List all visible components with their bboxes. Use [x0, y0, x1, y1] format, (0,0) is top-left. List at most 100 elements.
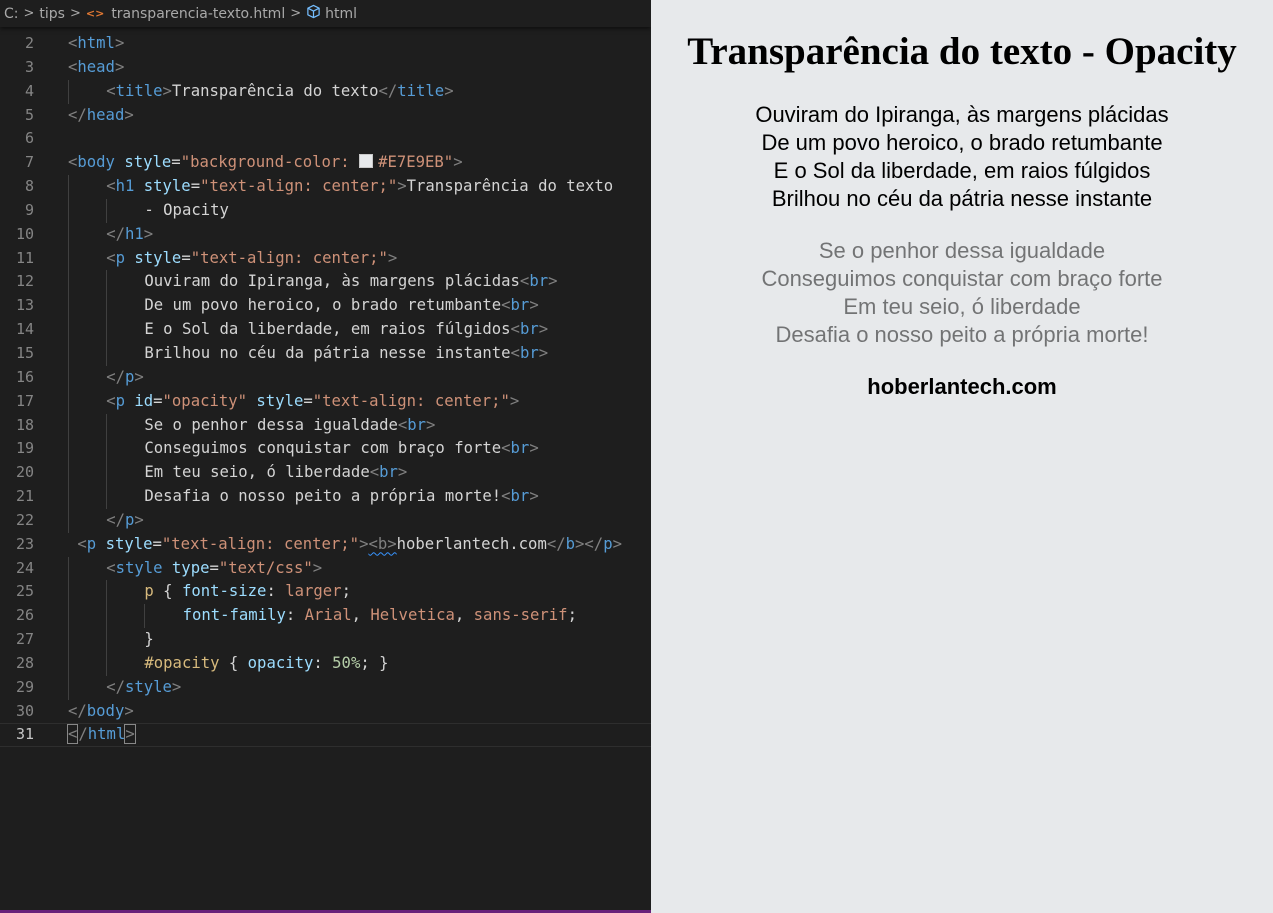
breadcrumb-drive[interactable]: C:	[4, 6, 19, 22]
indent-guide	[68, 389, 69, 414]
code-token: ></	[575, 534, 604, 553]
anthem-stanza-2-opacity: Se o penhor dessa igualdade Conseguimos …	[651, 237, 1273, 349]
site-footer-text: hoberlantech.com	[867, 374, 1057, 399]
code-token: html	[87, 725, 126, 744]
code-token: br	[510, 439, 530, 458]
indent-guide	[106, 651, 108, 676]
code-token: >	[426, 415, 436, 434]
code-text: p { font-size: larger;	[144, 580, 351, 604]
lint-warning-squiggle: <b>	[368, 534, 397, 553]
code-line[interactable]: 15 Brilhou no céu da pátria nesse instant…	[0, 341, 651, 366]
code-token: >	[529, 439, 539, 458]
indent-guide	[106, 580, 108, 605]
page-heading: Transparência do texto - Opacity	[687, 30, 1237, 73]
code-token: <	[510, 320, 520, 339]
indent-guide	[68, 604, 69, 629]
line-number: 26	[15, 606, 34, 625]
code-line[interactable]: 31 </html>	[0, 723, 651, 747]
code-line[interactable]: 26 font-family: Arial, Helvetica, sans-se…	[0, 604, 651, 629]
code-token: <	[68, 57, 78, 76]
line-number: 28	[15, 653, 34, 672]
code-token: opacity	[247, 653, 314, 672]
code-line[interactable]: 12 Ouviram do Ipiranga, às margens plácid…	[0, 270, 651, 295]
code-token: style	[143, 177, 191, 196]
code-token: style	[124, 677, 172, 696]
code-line[interactable]: 7 <body style="background-color: #E7E9EB"…	[0, 151, 651, 175]
code-token: - Opacity	[144, 200, 229, 219]
indent-guide	[68, 675, 69, 700]
code-token: id	[134, 391, 154, 410]
line-number: 31	[15, 725, 34, 744]
code-token: Helvetica	[370, 606, 455, 625]
code-line[interactable]: 25 p { font-size: larger;	[0, 580, 651, 605]
code-line[interactable]: 14 E o Sol da liberdade, em raios fúlgido…	[0, 318, 651, 342]
indent-guide	[68, 79, 69, 104]
stanza-line: Ouviram do Ipiranga, às margens plácidas	[755, 102, 1169, 127]
code-text: </h1>	[106, 223, 153, 247]
code-line[interactable]: 11 <p style="text-align: center;">	[0, 246, 651, 271]
code-token: br	[510, 296, 530, 315]
code-line[interactable]: 21 Desafia o nosso peito a própria morte!…	[0, 485, 651, 509]
code-line[interactable]: 17 <p id="opacity" style="text-align: cen…	[0, 389, 651, 414]
line-number: 9	[24, 200, 34, 219]
code-line[interactable]: 23 <p style="text-align: center;"><b>hob…	[0, 533, 651, 557]
breadcrumb-folder[interactable]: tips	[39, 6, 65, 22]
code-line[interactable]: 3 <head>	[0, 56, 651, 80]
code-line[interactable]: 18 Se o penhor dessa igualdade<br>	[0, 413, 651, 438]
indent-guide	[68, 222, 69, 247]
line-number: 4	[24, 81, 34, 100]
breadcrumb-symbol[interactable]: html	[325, 6, 357, 22]
code-token: Arial	[304, 606, 352, 625]
code-token: =	[209, 558, 219, 577]
code-editor-pane[interactable]: C: > tips > <> transparencia-texto.html …	[0, 0, 651, 913]
code-token: <	[77, 534, 87, 553]
code-token: hoberlantech.com	[396, 534, 547, 553]
code-line[interactable]: 8 <h1 style="text-align: center;">Transpa…	[0, 175, 651, 199]
code-token: <	[68, 34, 78, 52]
code-line[interactable]: 29 </style>	[0, 675, 651, 700]
code-token: }	[144, 630, 154, 649]
code-line[interactable]: 16 </p>	[0, 365, 651, 390]
code-line[interactable]: 13 De um povo heroico, o brado retumbante…	[0, 294, 651, 319]
code-token: ;	[341, 582, 351, 601]
indent-guide	[68, 508, 69, 533]
code-token: >	[114, 57, 125, 76]
code-token: >	[124, 701, 134, 720]
code-line[interactable]: 24 <style type="text/css">	[0, 556, 651, 581]
code-token: <	[501, 439, 511, 458]
code-token: ,	[351, 606, 371, 625]
code-line[interactable]: 5 </head>	[0, 104, 651, 128]
code-token: br	[407, 415, 427, 434]
breadcrumb-file[interactable]: transparencia-texto.html	[111, 6, 285, 22]
code-text: <head>	[68, 56, 124, 80]
code-token: </	[546, 534, 566, 553]
code-token: >	[509, 391, 520, 410]
code-token: b	[565, 534, 576, 553]
code-token: >	[529, 487, 539, 506]
code-line[interactable]: 9 - Opacity	[0, 198, 651, 223]
code-token: style	[105, 534, 153, 553]
code-line[interactable]: 20 Em teu seio, ó liberdade<br>	[0, 461, 651, 486]
code-token: >	[171, 677, 182, 696]
code-line[interactable]: 22 </p>	[0, 508, 651, 533]
code-line[interactable]: 6	[0, 127, 651, 151]
code-token: <	[397, 415, 408, 434]
code-line[interactable]: 4 <title>Transparência do texto</title>	[0, 79, 651, 104]
code-line[interactable]: 28 #opacity { opacity: 50%; }	[0, 651, 651, 676]
code-line[interactable]: 10 </h1>	[0, 222, 651, 247]
code-token: style	[115, 558, 163, 577]
code-token: >	[529, 296, 539, 315]
indent-guide	[68, 461, 69, 486]
code-line[interactable]: 19 Conseguimos conquistar com braço forte…	[0, 437, 651, 462]
color-swatch[interactable]	[359, 154, 374, 169]
code-line[interactable]: 27}	[0, 628, 651, 652]
code-token: #E7E9EB"	[378, 153, 454, 172]
code-area[interactable]: 2 <html> 3 <head> 4 <title>Transparência do t…	[0, 32, 651, 747]
code-token: Transparência do texto	[171, 81, 379, 100]
code-line[interactable]: 30 </body>	[0, 700, 651, 724]
code-token: >	[114, 34, 125, 52]
code-line[interactable]: 2 <html>	[0, 32, 651, 56]
indent-guide	[68, 556, 69, 581]
